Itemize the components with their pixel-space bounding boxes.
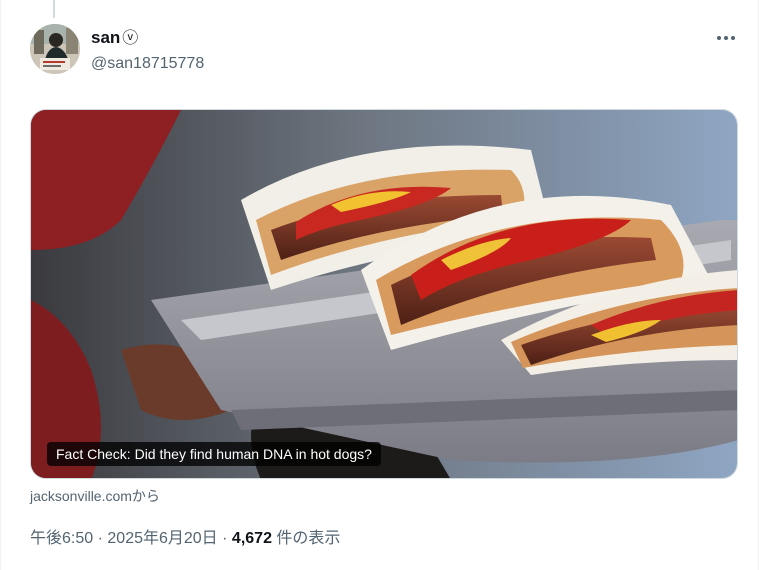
meta-separator: · (97, 530, 103, 547)
author-name-row[interactable]: san ⓥ (91, 28, 138, 48)
views-count[interactable]: 4,672 (232, 530, 272, 547)
avatar-image (30, 24, 80, 74)
author-name[interactable]: san (91, 28, 120, 48)
link-card-source[interactable]: jacksonville.comから (30, 487, 160, 505)
tweet-meta: 午後6:50 · 2025年6月20日 · 4,672 件の表示 (30, 529, 340, 549)
verified-badge-icon: ⓥ (122, 30, 139, 47)
more-options-button[interactable] (711, 28, 741, 48)
tweet-date[interactable]: 2025年6月20日 (107, 530, 217, 547)
link-preview-image (31, 110, 737, 478)
thread-connector-line (53, 0, 55, 18)
tweet-time[interactable]: 午後6:50 (30, 530, 93, 547)
link-preview-card[interactable]: Fact Check: Did they find human DNA in h… (30, 109, 738, 479)
link-card-headline: Fact Check: Did they find human DNA in h… (47, 442, 381, 466)
views-label[interactable]: 件の表示 (276, 530, 340, 547)
more-horizontal-icon (717, 36, 721, 40)
author-handle[interactable]: @san18715778 (91, 54, 204, 74)
avatar[interactable] (30, 24, 80, 74)
meta-separator: · (222, 530, 228, 547)
tweet-detail: san ⓥ @san18715778 Fact Check: Did they … (0, 0, 759, 570)
